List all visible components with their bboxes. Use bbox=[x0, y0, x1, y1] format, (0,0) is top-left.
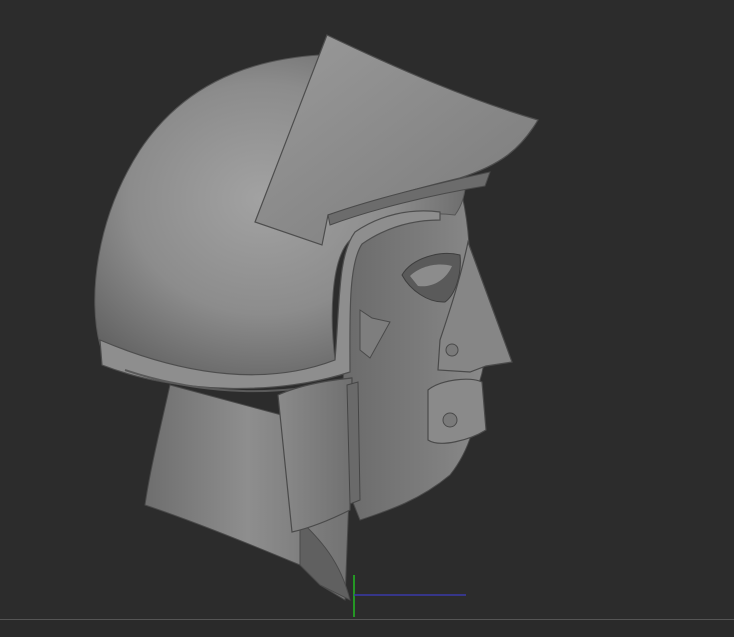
cheek-flap bbox=[277, 377, 353, 533]
chin-plate bbox=[427, 378, 487, 444]
chin-plate-rivet bbox=[442, 412, 458, 428]
3d-viewport[interactable] bbox=[0, 0, 734, 637]
viewport-bottom-edge bbox=[0, 619, 734, 637]
nose-guard-rivet bbox=[445, 343, 459, 357]
sculpt-canvas[interactable] bbox=[0, 0, 734, 636]
